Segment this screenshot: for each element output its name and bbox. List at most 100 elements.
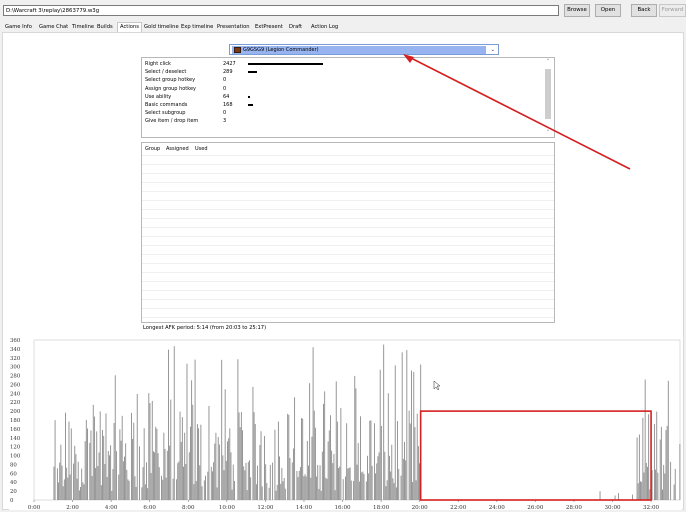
tab-action-log[interactable]: Action Log (309, 23, 340, 32)
action-label: Right click (145, 61, 171, 67)
y-tick-label: 360 (10, 338, 21, 344)
apm-bar (266, 482, 268, 500)
apm-bar (260, 431, 262, 500)
scroll-down-icon[interactable]: ˅ (544, 130, 552, 136)
apm-bar (188, 452, 190, 500)
groups-header-group: Group (145, 146, 161, 152)
y-tick-label: 140 (10, 436, 21, 442)
apm-bar (184, 432, 186, 500)
apm-bar (143, 428, 145, 500)
apm-bar (284, 488, 286, 500)
apm-bar (638, 434, 640, 500)
apm-bar (82, 482, 84, 500)
apm-bar (97, 466, 99, 500)
apm-bar (105, 413, 107, 500)
apm-bar (335, 381, 337, 500)
scroll-thumb[interactable] (545, 69, 551, 119)
x-tick-label: 16:00 (334, 505, 351, 510)
apm-bar (124, 456, 125, 500)
apm-bar (112, 469, 114, 500)
groups-row-line (142, 245, 554, 246)
apm-bar (111, 490, 113, 500)
y-tick-label: 100 (10, 454, 21, 460)
apm-bar (54, 420, 56, 500)
y-tick-label: 340 (10, 347, 21, 353)
apm-bar (132, 438, 134, 500)
scroll-up-icon[interactable]: ˄ (544, 59, 552, 65)
action-label: Select subgroup (145, 110, 186, 117)
apm-bar (200, 424, 202, 500)
tab-actions[interactable]: Actions (117, 22, 142, 32)
apm-bar (238, 412, 240, 500)
apm-bar (239, 427, 241, 500)
apm-bar (276, 484, 278, 500)
tab-exp-timeline[interactable]: Exp timeline (179, 23, 215, 32)
apm-bar (113, 422, 115, 500)
apm-bar (81, 468, 83, 500)
toolbar: D:\Warcraft 3\replay\2863779.w3g Browse … (0, 0, 686, 22)
tab-presentation[interactable]: Presentation (215, 23, 252, 32)
tab-timeline[interactable]: Timeline (70, 23, 96, 32)
apm-bar (166, 450, 168, 500)
replay-path-input[interactable]: D:\Warcraft 3\replay\2863779.w3g (3, 5, 559, 16)
tab-game-chat[interactable]: Game Chat (37, 23, 70, 32)
x-tick-label: 18:00 (373, 505, 390, 510)
apm-bar (674, 468, 676, 500)
browse-button[interactable]: Browse (564, 4, 590, 17)
apm-bar (242, 430, 243, 500)
open-button[interactable]: Open (595, 4, 621, 17)
apm-bar (158, 467, 160, 500)
apm-bar (312, 347, 314, 500)
apm-bar (398, 468, 400, 500)
apm-bar (640, 481, 641, 500)
x-tick-label: 20:00 (412, 505, 429, 510)
apm-bar (416, 413, 418, 500)
apm-bar (413, 372, 415, 500)
back-button[interactable]: Back (631, 4, 657, 17)
apm-bar (618, 493, 619, 500)
tab-builds[interactable]: Builds (95, 23, 115, 32)
chevron-down-icon[interactable]: ⌄ (490, 46, 495, 54)
apm-bar (362, 471, 364, 500)
apm-bar (325, 477, 327, 500)
action-count: 2427 (223, 61, 236, 67)
apm-bar (102, 430, 103, 500)
apm-bar (152, 451, 154, 500)
groups-row-line (142, 182, 554, 183)
actions-scrollbar[interactable]: ˄ ˅ (544, 59, 552, 137)
apm-bar (395, 487, 397, 500)
apm-bar (353, 480, 355, 500)
apm-bar (647, 466, 648, 500)
apm-bar (151, 400, 153, 500)
apm-bar (314, 427, 316, 500)
apm-bar (119, 429, 121, 500)
apm-bar (296, 470, 298, 500)
apm-bar (95, 468, 97, 500)
y-tick-label: 220 (10, 400, 21, 406)
apm-bar (390, 471, 392, 500)
apm-bar (365, 481, 367, 500)
apm-bar (316, 476, 318, 500)
groups-row-line (142, 272, 554, 273)
apm-bar (127, 479, 129, 500)
apm-bar (265, 464, 267, 500)
forward-button[interactable]: Forward (659, 4, 686, 17)
apm-bar (666, 425, 668, 500)
apm-bar (391, 444, 393, 500)
player-select[interactable]: G9GSG9 (Legion Commander) ⌄ (229, 44, 499, 55)
apm-bar (109, 455, 110, 500)
tab-game-info[interactable]: Game Info (3, 23, 34, 32)
action-count: 168 (223, 102, 233, 108)
y-tick-label: 60 (10, 471, 17, 477)
actions-list: Right click 2427 Select / deselect 289 Selec… (141, 57, 555, 138)
player-select-highlight: G9GSG9 (Legion Commander) (232, 46, 486, 54)
apm-bar (232, 464, 234, 500)
tab-draft[interactable]: Draft (287, 23, 304, 32)
apm-bar (156, 428, 158, 500)
tab-gold-timeline[interactable]: Gold timeline (142, 23, 181, 32)
apm-bar (162, 479, 164, 500)
apm-bar (244, 470, 246, 500)
tab-extpresent[interactable]: ExtPresent (253, 23, 285, 32)
apm-bar (147, 488, 149, 500)
apm-bar (60, 444, 62, 500)
